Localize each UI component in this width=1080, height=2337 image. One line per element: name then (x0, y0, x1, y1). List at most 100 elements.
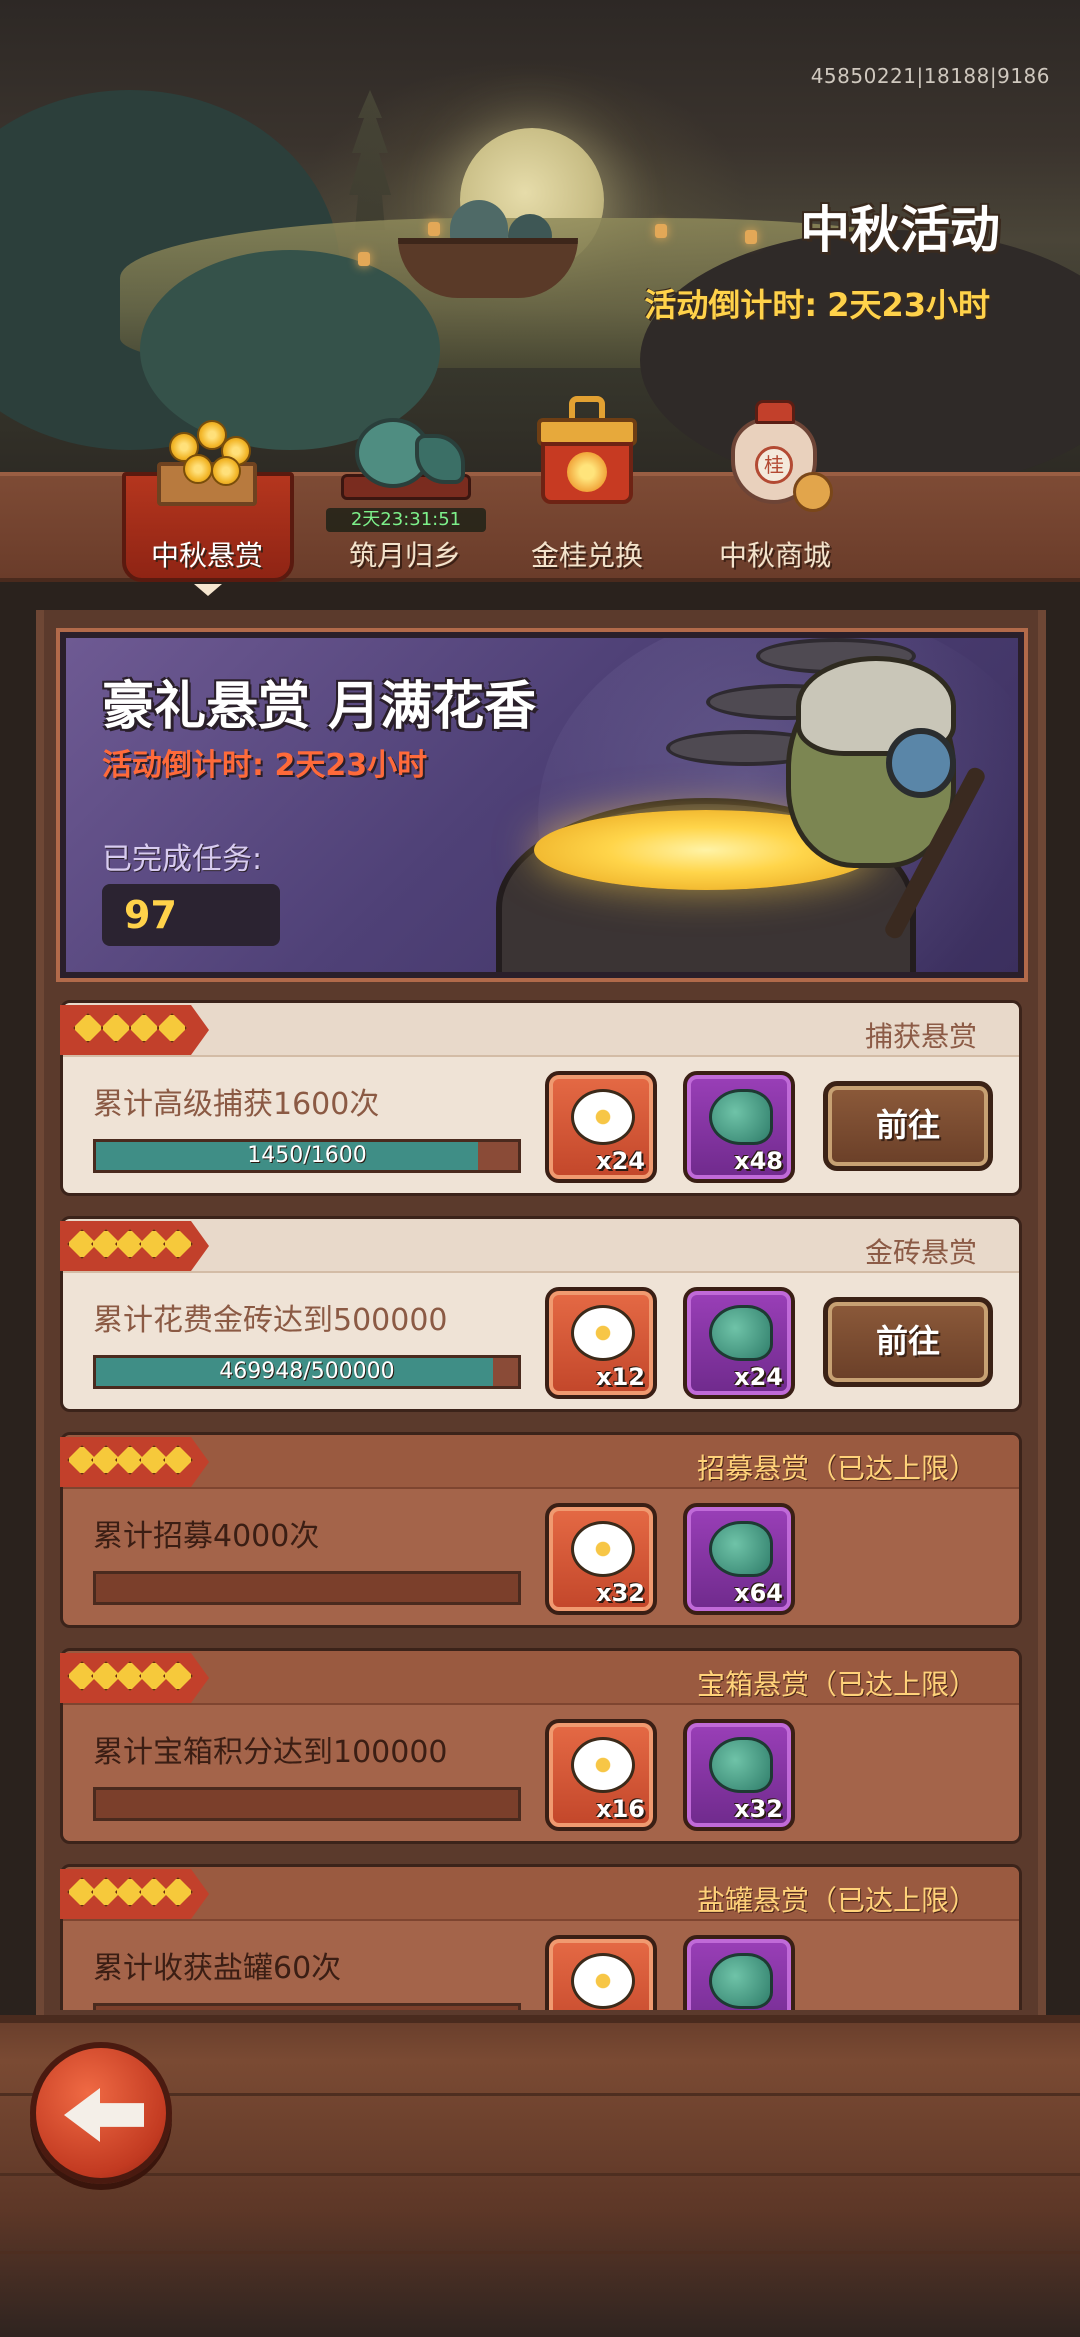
task-category: 宝箱悬赏（已达上限） (696, 1668, 977, 1701)
treasure-box-icon (527, 396, 647, 516)
tab-label: 金桂兑换 (530, 539, 643, 572)
task-progress-bar (93, 1571, 521, 1605)
osmanthus-flower-icon (571, 1521, 635, 1577)
countdown-label: 活动倒计时: (644, 286, 818, 324)
star-rating (60, 1653, 209, 1703)
reward-item[interactable]: x48 (683, 1071, 795, 1183)
task-list[interactable]: 捕获悬赏 累计高级捕获1600次 1450/1600 x24 x48 前往 金砖… (60, 1000, 1022, 2010)
star-icon (163, 1661, 193, 1691)
tab-build-moon-homecoming[interactable]: 2天23:31:51 筑月归乡 (320, 418, 490, 586)
progress-text: 469948/500000 (219, 1359, 395, 1384)
banner-title: 豪礼悬赏 月满花香 (102, 677, 537, 737)
progress-text: 1450/1600 (247, 1143, 367, 1168)
reward-qty: x32 (734, 1795, 783, 1823)
task-card: 金砖悬赏 累计花费金砖达到500000 469948/500000 x12 x2… (60, 1216, 1022, 1412)
banner-countdown: 活动倒计时: 2天23小时 (102, 748, 428, 783)
jade-swirl-icon (709, 1521, 773, 1577)
go-button[interactable]: 前往 (823, 1297, 993, 1387)
task-category: 招募悬赏（已达上限） (696, 1452, 977, 1485)
task-card: 招募悬赏（已达上限） 累计招募4000次 x32 x64 (60, 1432, 1022, 1628)
tab-mid-autumn-bounty[interactable]: 中秋悬赏 (122, 420, 294, 596)
star-icon (163, 1229, 193, 1259)
jade-swirl-icon (709, 1737, 773, 1793)
osmanthus-flower-icon (571, 1089, 635, 1145)
tab-mid-autumn-shop[interactable]: 桂 中秋商城 (690, 400, 860, 586)
osmanthus-flower-icon (571, 1737, 635, 1793)
event-title: 中秋活动 (800, 201, 1000, 259)
osmanthus-flower-icon (571, 1305, 635, 1361)
reward-item[interactable]: x16 (545, 1719, 657, 1831)
task-description: 累计宝箱积分达到100000 (93, 1735, 448, 1770)
task-progress-bar: 1450/1600 (93, 1139, 521, 1173)
event-countdown: 活动倒计时: 2天23小时 (644, 280, 990, 326)
task-category: 捕获悬赏 (864, 1020, 977, 1053)
countdown-value: 2天23小时 (827, 286, 990, 324)
wine-jar-icon: 桂 (715, 396, 835, 516)
osmanthus-flower-icon (571, 1953, 635, 2009)
wood-grain (0, 2251, 1080, 2254)
goggle (886, 728, 956, 798)
reward-item[interactable]: x24 (545, 1071, 657, 1183)
star-icon (157, 1013, 187, 1043)
jade-frog-icon (335, 404, 475, 504)
star-rating (60, 1869, 209, 1919)
completed-tasks-count: 97 (102, 884, 280, 946)
back-button[interactable] (30, 2042, 172, 2184)
star-rating (60, 1221, 209, 1271)
reward-item[interactable]: x64 (683, 1503, 795, 1615)
bounty-banner: 豪礼悬赏 月满花香 活动倒计时: 2天23小时 已完成任务: 97 (56, 628, 1028, 982)
reward-item[interactable]: x32 (545, 1503, 657, 1615)
task-card: 盐罐悬赏（已达上限） 累计收获盐罐60次 (60, 1864, 1022, 2010)
task-description: 累计花费金砖达到500000 (93, 1303, 448, 1338)
task-description: 累计招募4000次 (93, 1519, 320, 1554)
reward-qty: x48 (734, 1147, 783, 1175)
tab-gold-osmanthus-exchange[interactable]: 金桂兑换 (502, 396, 672, 586)
reward-item[interactable]: x12 (545, 1287, 657, 1399)
reward-qty: x24 (596, 1147, 645, 1175)
floating-lantern (428, 222, 440, 236)
task-description: 累计收获盐罐60次 (93, 1951, 342, 1986)
star-rating (60, 1437, 209, 1487)
task-progress-bar: 469948/500000 (93, 1355, 521, 1389)
wooden-footer (0, 2015, 1080, 2337)
task-progress-bar (93, 1787, 521, 1821)
reward-qty: x24 (734, 1363, 783, 1391)
star-icon (129, 1013, 159, 1043)
tab-label: 筑月归乡 (348, 539, 461, 572)
task-description: 累计高级捕获1600次 (93, 1087, 380, 1122)
wood-grain (0, 2173, 1080, 2176)
jade-swirl-icon (709, 1305, 773, 1361)
jade-swirl-icon (709, 1089, 773, 1145)
reward-qty: x12 (596, 1363, 645, 1391)
tab-label: 中秋悬赏 (150, 539, 263, 572)
jar-seal-char: 桂 (755, 446, 793, 484)
jade-swirl-icon (709, 1953, 773, 2009)
reward-item[interactable]: x32 (683, 1719, 795, 1831)
reward-item[interactable]: x24 (683, 1287, 795, 1399)
star-icon (163, 1445, 193, 1475)
reward-qty: x16 (596, 1795, 645, 1823)
reward-qty: x64 (734, 1579, 783, 1607)
task-category: 金砖悬赏 (864, 1236, 977, 1269)
task-category: 盐罐悬赏（已达上限） (696, 1884, 977, 1917)
task-card: 宝箱悬赏（已达上限） 累计宝箱积分达到100000 x16 x32 (60, 1648, 1022, 1844)
reward-item[interactable] (683, 1935, 795, 2010)
osmanthus-crate-icon (147, 402, 267, 512)
task-card: 捕获悬赏 累计高级捕获1600次 1450/1600 x24 x48 前往 (60, 1000, 1022, 1196)
completed-tasks-label: 已完成任务: (102, 842, 263, 877)
star-rating (60, 1005, 209, 1055)
star-icon (73, 1013, 103, 1043)
player-id-text: 45850221|18188|9186 (810, 64, 1050, 88)
floating-lantern (745, 230, 757, 244)
floating-lantern (655, 224, 667, 238)
task-progress-bar (93, 2003, 521, 2010)
back-arrow-icon (64, 2088, 144, 2142)
reward-qty: x32 (596, 1579, 645, 1607)
floating-lantern (358, 252, 370, 266)
star-icon (101, 1013, 131, 1043)
go-button[interactable]: 前往 (823, 1081, 993, 1171)
reward-item[interactable] (545, 1935, 657, 2010)
event-tab-bar: 中秋悬赏 2天23:31:51 筑月归乡 金桂兑换 桂 中秋商城 (0, 396, 1080, 596)
tab-timer-badge: 2天23:31:51 (326, 508, 486, 532)
tab-label: 中秋商城 (718, 539, 831, 572)
